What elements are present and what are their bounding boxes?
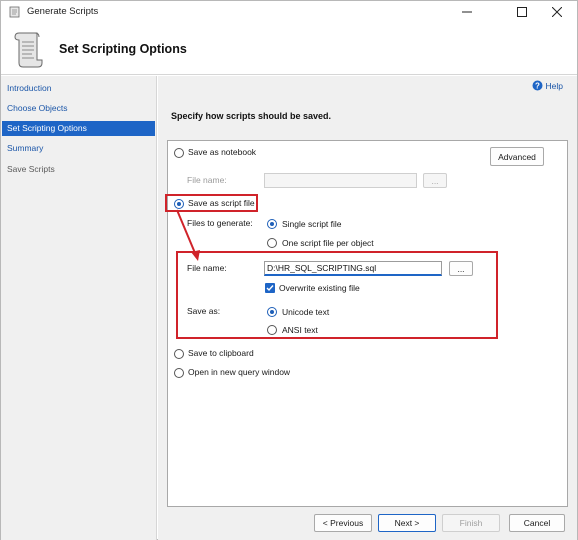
save-to-clipboard-radio[interactable] (174, 349, 184, 359)
minimize-icon (462, 11, 472, 13)
notebook-file-name-label: File name: (187, 175, 227, 185)
one-file-per-object-label: One script file per object (282, 238, 374, 248)
maximize-icon (517, 7, 527, 17)
advanced-button[interactable]: Advanced (490, 147, 544, 166)
sidebar-item-choose-objects[interactable]: Choose Objects (2, 101, 155, 116)
save-notebook-radio[interactable] (174, 148, 184, 158)
open-query-window-label: Open in new query window (188, 367, 291, 377)
sidebar-item-set-scripting-options[interactable]: Set Scripting Options (2, 121, 155, 136)
finish-button: Finish (442, 514, 500, 532)
help-icon: ? (532, 80, 543, 91)
open-query-window-radio[interactable] (174, 368, 184, 378)
title-bar: Generate Scripts (1, 1, 577, 23)
sidebar-item-summary[interactable]: Summary (2, 141, 155, 156)
generate-scripts-window: Generate Scripts Set Scripting Options I… (0, 0, 578, 540)
one-file-per-object-radio[interactable] (267, 238, 277, 248)
wizard-sidebar: Introduction Choose Objects Set Scriptin… (1, 76, 157, 540)
highlight-file-settings (176, 251, 498, 339)
maximize-button[interactable] (502, 1, 542, 23)
script-scroll-icon (14, 32, 43, 68)
sidebar-item-introduction[interactable]: Introduction (2, 81, 155, 96)
annotation-arrow-icon (176, 209, 200, 261)
close-button[interactable] (537, 1, 577, 23)
notebook-file-name-input (264, 173, 417, 188)
next-button[interactable]: Next > (378, 514, 436, 532)
wizard-header: Set Scripting Options (1, 23, 577, 75)
previous-button[interactable]: < Previous (314, 514, 372, 532)
single-script-file-radio[interactable] (267, 219, 277, 229)
single-script-file-label: Single script file (282, 219, 342, 229)
sidebar-item-save-scripts: Save Scripts (7, 164, 55, 174)
svg-text:?: ? (535, 81, 540, 90)
help-link[interactable]: ? Help (532, 80, 563, 91)
window-title: Generate Scripts (27, 6, 99, 17)
close-icon (552, 7, 562, 17)
save-to-clipboard-label: Save to clipboard (188, 348, 254, 358)
scroll-app-icon (9, 6, 20, 18)
save-notebook-label: Save as notebook (188, 147, 257, 157)
instruction-text: Specify how scripts should be saved. (171, 111, 332, 121)
minimize-button[interactable] (447, 1, 487, 23)
page-title: Set Scripting Options (59, 42, 187, 56)
notebook-browse-button: ... (423, 173, 447, 188)
cancel-button[interactable]: Cancel (509, 514, 565, 532)
help-label: Help (545, 80, 563, 91)
